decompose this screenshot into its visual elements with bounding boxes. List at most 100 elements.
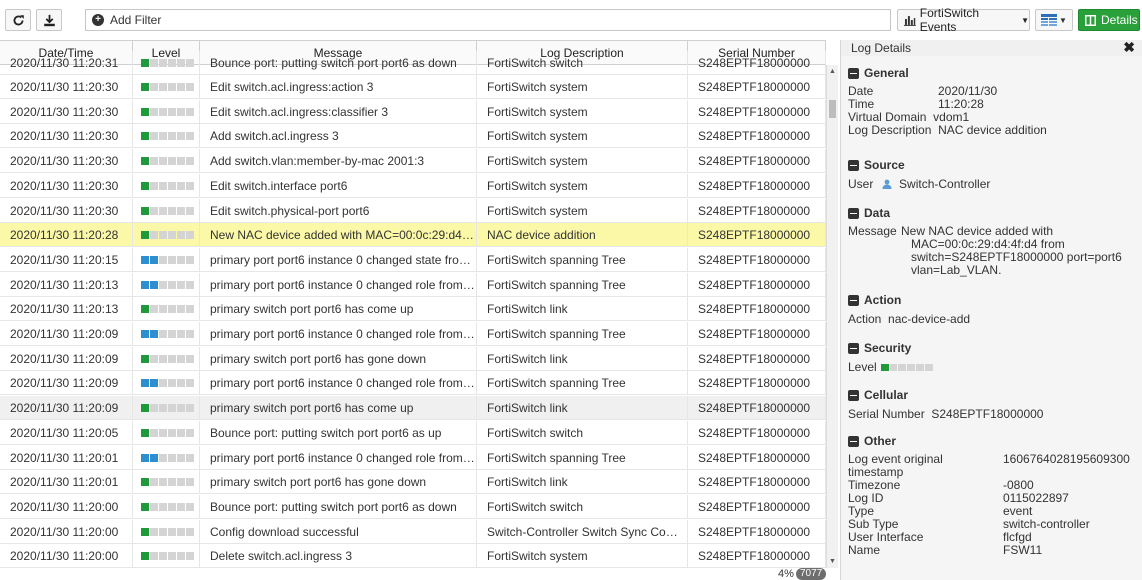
cell-datetime: 2020/11/30 11:20:00 — [0, 544, 133, 568]
cell-level — [133, 445, 200, 470]
cell-serial-number: S248EPTF18000000 — [688, 322, 826, 346]
cell-log-description: FortiSwitch system — [477, 198, 688, 223]
details-label: Details — [1101, 13, 1138, 27]
section-toggle-data[interactable]: Data — [848, 205, 1138, 221]
refresh-button[interactable] — [5, 9, 31, 31]
table-row[interactable]: 2020/11/30 11:20:31 Bounce port: putting… — [0, 51, 826, 75]
cell-serial-number: S248EPTF18000000 — [688, 173, 826, 198]
view-options-dropdown[interactable]: ▼ — [1035, 9, 1073, 31]
level-indicator — [141, 379, 194, 388]
table-row[interactable]: 2020/11/30 11:20:30 Add switch.acl.ingres… — [0, 124, 826, 149]
cell-log-description: FortiSwitch spanning Tree — [477, 272, 688, 297]
cell-level — [133, 396, 200, 421]
table-row[interactable]: 2020/11/30 11:20:09 primary switch port p… — [0, 396, 826, 421]
kv-user: User Switch-Controller — [848, 178, 1138, 191]
cell-level — [133, 75, 200, 99]
cell-message: primary switch port port6 has gone down — [200, 470, 477, 495]
level-indicator — [141, 502, 194, 511]
table-row[interactable]: 2020/11/30 11:20:01 primary port port6 in… — [0, 445, 826, 470]
section-title: Action — [864, 293, 902, 307]
fortiswitch-events-dropdown[interactable]: FortiSwitch Events ▼ — [897, 6, 1030, 34]
cell-level — [133, 470, 200, 495]
section-data: Data Message New NAC device added with M… — [848, 205, 1138, 277]
cell-serial-number: S248EPTF18000000 — [688, 544, 826, 568]
table-row[interactable]: 2020/11/30 11:20:30 Edit switch.acl.ingre… — [0, 75, 826, 99]
cell-message: primary switch port port6 has come up — [200, 396, 477, 421]
label-virtual-domain: Virtual Domain — [848, 110, 927, 124]
cell-message: primary switch port port6 has come up — [200, 297, 477, 322]
table-row[interactable]: 2020/11/30 11:20:13 primary port port6 in… — [0, 272, 826, 297]
collapse-icon — [848, 389, 859, 401]
section-toggle-security[interactable]: Security — [848, 340, 1138, 356]
cell-message: primary port port6 instance 0 changed ro… — [200, 371, 477, 396]
cell-message: Bounce port: putting switch port port6 a… — [200, 494, 477, 519]
message-line: vlan=Lab_VLAN. — [911, 263, 1002, 277]
scroll-up-arrow-icon[interactable]: ▲ — [829, 68, 836, 75]
cell-serial-number: S248EPTF18000000 — [688, 51, 826, 75]
scrollbar-thumb[interactable] — [829, 100, 836, 118]
table-row[interactable]: 2020/11/30 11:20:09 primary switch port p… — [0, 346, 826, 371]
section-toggle-source[interactable]: Source — [848, 157, 1138, 173]
close-icon[interactable]: ✖ — [1123, 39, 1135, 56]
section-toggle-action[interactable]: Action — [848, 292, 1138, 308]
section-toggle-general[interactable]: General — [848, 65, 1138, 81]
cell-datetime: 2020/11/30 11:20:30 — [0, 149, 133, 174]
table-scrollbar[interactable]: ▲ ▼ — [826, 65, 838, 568]
cell-level — [133, 149, 200, 174]
table-row[interactable]: 2020/11/30 11:20:05 Bounce port: putting … — [0, 420, 826, 445]
table-row[interactable]: 2020/11/30 11:20:30 Add switch.vlan:membe… — [0, 149, 826, 174]
cell-message: primary switch port port6 has gone down — [200, 346, 477, 371]
table-row[interactable]: 2020/11/30 11:20:09 primary port port6 in… — [0, 322, 826, 346]
scroll-down-arrow-icon[interactable]: ▼ — [829, 558, 836, 565]
cell-message: Add switch.acl.ingress 3 — [200, 124, 477, 149]
cell-log-description: FortiSwitch system — [477, 124, 688, 149]
table-row[interactable]: 2020/11/30 11:20:30 Edit switch.interface… — [0, 173, 826, 198]
scroll-percent: 4% — [778, 568, 794, 580]
table-row[interactable]: 2020/11/30 11:20:28 New NAC device added … — [0, 223, 826, 248]
cell-level — [133, 519, 200, 544]
cell-level — [133, 272, 200, 297]
cell-level — [133, 420, 200, 445]
cell-log-description: FortiSwitch spanning Tree — [477, 247, 688, 272]
table-row[interactable]: 2020/11/30 11:20:15 primary port port6 in… — [0, 247, 826, 272]
details-toggle-button[interactable]: Details — [1078, 9, 1140, 31]
table-row[interactable]: 2020/11/30 11:20:00 Config download succe… — [0, 519, 826, 544]
section-source: Source User Switch-Controller — [848, 157, 1138, 191]
table-row[interactable]: 2020/11/30 11:20:01 primary switch port p… — [0, 470, 826, 495]
cell-serial-number: S248EPTF18000000 — [688, 519, 826, 544]
section-toggle-other[interactable]: Other — [848, 433, 1138, 449]
cell-datetime: 2020/11/30 11:20:13 — [0, 297, 133, 322]
cell-log-description: FortiSwitch system — [477, 544, 688, 568]
events-label: FortiSwitch Events — [919, 6, 980, 34]
cell-log-description: FortiSwitch link — [477, 297, 688, 322]
table-row[interactable]: 2020/11/30 11:20:00 Bounce port: putting … — [0, 494, 826, 519]
table-row[interactable]: 2020/11/30 11:20:09 primary port port6 in… — [0, 371, 826, 396]
log-details-panel: Log Details ✖ General Date 2020/11/30 Ti… — [840, 39, 1142, 580]
cell-datetime: 2020/11/30 11:20:30 — [0, 99, 133, 124]
add-filter-bar[interactable]: + Add Filter — [85, 9, 891, 31]
cell-level — [133, 371, 200, 396]
label-level: Level — [848, 360, 877, 374]
cell-log-description: FortiSwitch system — [477, 173, 688, 198]
table-row[interactable]: 2020/11/30 11:20:00 Delete switch.acl.ing… — [0, 544, 826, 568]
level-indicator — [141, 107, 194, 116]
label-user: User — [848, 177, 874, 191]
label-action: Action — [848, 312, 882, 326]
download-button[interactable] — [36, 9, 62, 31]
cell-level — [133, 124, 200, 149]
cell-serial-number: S248EPTF18000000 — [688, 445, 826, 470]
kv-action: Action nac-device-add — [848, 313, 1138, 326]
value-action: nac-device-add — [888, 312, 971, 326]
cell-datetime: 2020/11/30 11:20:01 — [0, 470, 133, 495]
level-indicator — [141, 404, 194, 413]
cell-level — [133, 346, 200, 371]
cell-serial-number: S248EPTF18000000 — [688, 124, 826, 149]
section-toggle-cellular[interactable]: Cellular — [848, 387, 1138, 403]
refresh-icon — [13, 14, 24, 25]
value-name: FSW11 — [1003, 543, 1043, 557]
level-indicator — [141, 59, 194, 67]
table-row[interactable]: 2020/11/30 11:20:30 Edit switch.physical-… — [0, 198, 826, 223]
table-row[interactable]: 2020/11/30 11:20:13 primary switch port p… — [0, 297, 826, 322]
table-row[interactable]: 2020/11/30 11:20:30 Edit switch.acl.ingre… — [0, 99, 826, 124]
cell-log-description: FortiSwitch spanning Tree — [477, 445, 688, 470]
